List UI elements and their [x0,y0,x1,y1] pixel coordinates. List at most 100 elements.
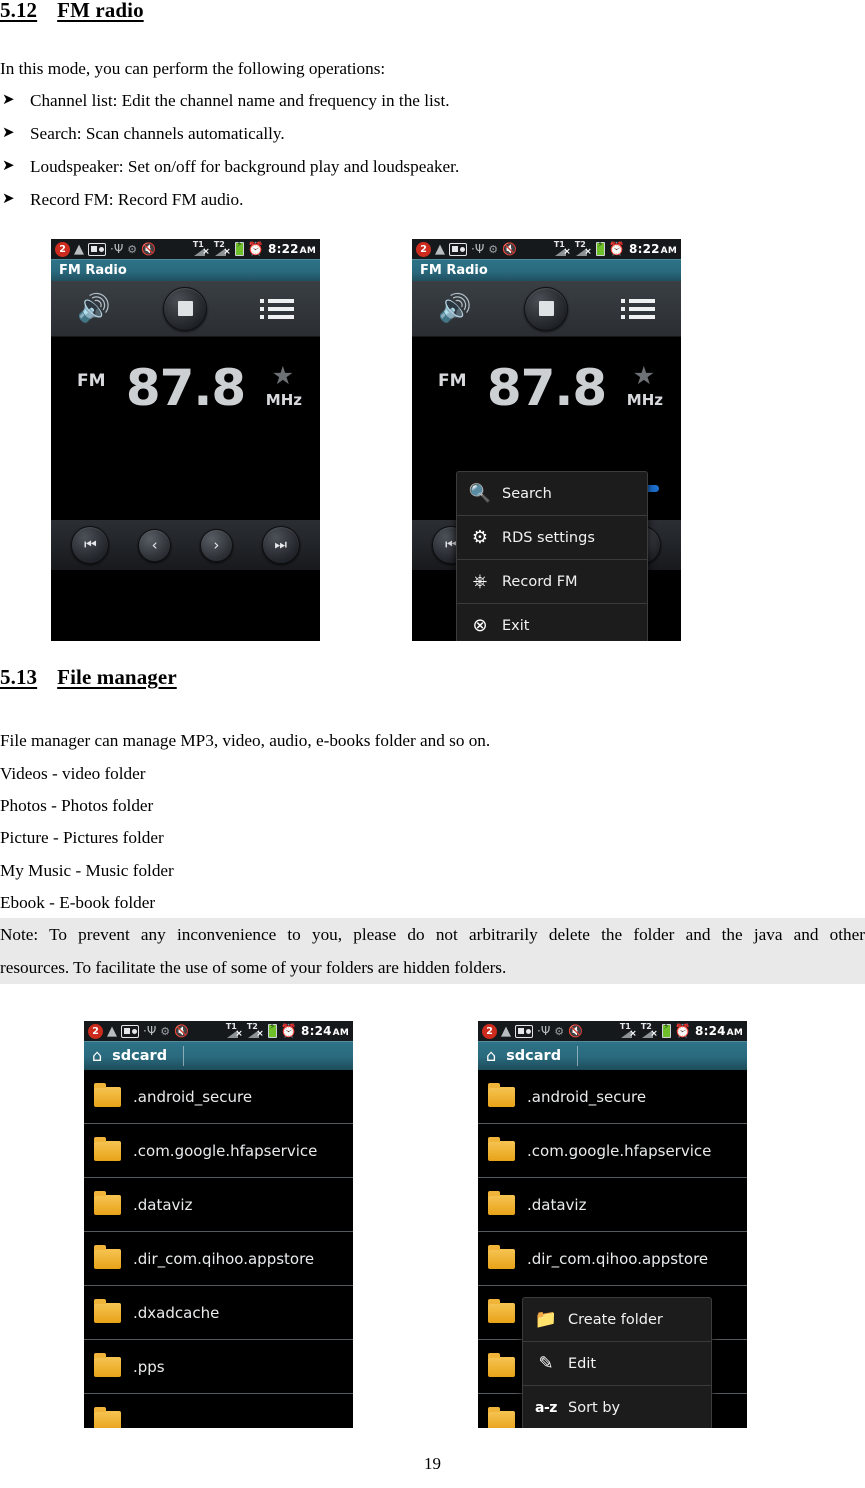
pencil-edit-icon: ✎ [538,1353,554,1374]
fm-transport-bar: ⏮ ‹ › ⏭ [51,520,320,570]
previous-channel-button[interactable]: ⏮ [71,526,110,564]
fm-frequency-display[interactable]: FM 87.8 ★ MHz [51,337,320,520]
bullet-arrow-icon: ➤ [2,158,15,174]
alarm-clock-icon: ⏰ [280,1023,298,1039]
folder-list-item[interactable]: .dxadcache [84,1286,353,1340]
android-robot-icon: ⚙ [127,242,138,256]
breadcrumb-path[interactable]: sdcard [506,1048,561,1064]
folder-list-item[interactable]: .dataviz [478,1178,747,1232]
menu-item-label: RDS settings [502,529,595,546]
folder-mapping-photos: Photos - Photos folder [0,796,154,815]
loudspeaker-toggle-icon[interactable]: 🔊 [77,295,111,322]
sim2-signal-no-service-icon: T2 × [247,1023,264,1039]
step-frequency-down-button[interactable]: ‹ [138,528,172,562]
android-status-bar: 2 ▲ ⋅Ψ ⚙ 🔇 T1 × T2 × ⏰ [478,1021,747,1041]
folder-name: .com.google.hfapservice [527,1141,712,1160]
fm-toolbar: 🔊 [412,281,681,337]
signal-x-mark: × [256,1029,264,1039]
signal-x-mark: × [223,247,231,257]
breadcrumb-divider [183,1045,185,1066]
folder-list-item[interactable]: .dataviz [84,1178,353,1232]
fm-radio-screenshot-menu-open: 2 ▲ ⋅Ψ ⚙ 🔇 T1 × T2 × ⏰ [412,239,681,641]
folder-list-item[interactable]: .pps [84,1340,353,1394]
menu-item-create-folder[interactable]: 📁 Create folder [523,1298,711,1342]
favorite-star-icon[interactable]: ★ [633,363,655,388]
channel-list-icon[interactable] [259,298,294,319]
sort-az-icon: a-z [535,1399,557,1416]
note-line-2: resources. To facilitate the use of some… [0,958,507,977]
notification-badge-icon: 2 [55,241,70,257]
android-status-bar: 2 ▲ ⋅Ψ ⚙ 🔇 T1 × T2 × ⏰ [51,239,320,259]
create-folder-icon: 📁 [534,1309,558,1330]
menu-item-sort-by[interactable]: a-z Sort by [523,1386,711,1428]
channel-list-icon[interactable] [620,298,655,319]
folder-name: .com.google.hfapservice [133,1141,318,1160]
breadcrumb-divider [577,1045,579,1066]
alarm-clock-icon: ⏰ [674,1023,692,1039]
folder-name: .pps [133,1357,165,1376]
stop-button[interactable] [163,286,208,331]
fm-radio-icon [121,1024,139,1038]
folder-icon [488,1352,515,1377]
battery-charging-icon [234,241,244,256]
note-block: Note: To prevent any inconvenience to yo… [0,918,865,984]
search-icon: 🔍 [468,483,492,504]
stop-button[interactable] [524,286,569,331]
list-item: ➤ Search: Scan channels automatically. [0,117,459,150]
folder-list-item[interactable]: .android_secure [84,1070,353,1124]
mute-speaker-icon: 🔇 [141,242,157,256]
favorite-star-icon[interactable]: ★ [272,363,294,388]
folder-list-item-partial[interactable] [84,1394,353,1428]
breadcrumb-path[interactable]: sdcard [112,1048,167,1064]
note-line-1: Note: To prevent any inconvenience to yo… [0,918,865,951]
menu-item-edit[interactable]: ✎ Edit [523,1342,711,1386]
file-manager-options-menu[interactable]: 📁 Create folder ✎ Edit a-z Sort by [522,1297,712,1428]
list-item-label: Channel list: Edit the channel name and … [30,91,450,110]
folder-list-item[interactable]: .dir_com.qihoo.appstore [478,1232,747,1286]
folder-mapping-videos: Videos - video folder [0,764,146,783]
fm-feature-list: ➤ Channel list: Edit the channel name an… [0,84,459,216]
folder-list-item[interactable]: .android_secure [478,1070,747,1124]
section-heading-file-manager: 5.13 File manager [0,665,177,691]
breadcrumb[interactable]: ⌂ sdcard [84,1041,353,1070]
menu-item-search[interactable]: 🔍 Search [457,472,647,516]
step-frequency-up-button[interactable]: › [199,528,233,562]
home-icon[interactable]: ⌂ [486,1047,496,1064]
menu-item-label: Record FM [502,573,578,590]
fm-options-menu[interactable]: 🔍 Search ⚙ RDS settings ⎈ Record FM ⊗ Ex… [456,471,648,641]
breadcrumb[interactable]: ⌂ sdcard [478,1041,747,1070]
loudspeaker-toggle-icon[interactable]: 🔊 [438,295,472,322]
menu-item-record-fm[interactable]: ⎈ Record FM [457,560,647,604]
menu-item-rds-settings[interactable]: ⚙ RDS settings [457,516,647,560]
menu-item-label: Search [502,485,552,502]
frequency-unit: MHz [626,391,663,409]
signal-x-mark: × [650,1029,658,1039]
gear-icon: ⚙ [471,527,489,548]
warning-triangle-icon: ▲ [74,241,84,257]
folder-list-item[interactable]: .com.google.hfapservice [84,1124,353,1178]
sim2-signal-no-service-icon: T2 × [641,1023,658,1039]
file-manager-screenshot-normal: 2 ▲ ⋅Ψ ⚙ 🔇 T1 × T2 × ⏰ [84,1021,353,1428]
list-item-label: Loudspeaker: Set on/off for background p… [30,157,460,176]
sim1-signal-no-service-icon: T1 × [193,241,210,257]
folder-name: .dataviz [133,1195,193,1214]
folder-mapping-ebook: Ebook - E-book folder [0,893,156,912]
menu-item-label: Edit [568,1355,597,1372]
menu-item-exit[interactable]: ⊗ Exit [457,604,647,641]
battery-charging-icon [661,1023,671,1038]
sim1-signal-no-service-icon: T1 × [554,241,571,257]
folder-list-item[interactable]: .com.google.hfapservice [478,1124,747,1178]
folder-list-item[interactable]: .dir_com.qihoo.appstore [84,1232,353,1286]
folder-icon [488,1082,515,1107]
fm-radio-screenshot-normal: 2 ▲ ⋅Ψ ⚙ 🔇 T1 × T2 × ⏰ [51,239,320,641]
list-item: ➤ Record FM: Record FM audio. [0,183,459,216]
notification-badge-icon: 2 [482,1023,497,1039]
next-channel-button[interactable]: ⏭ [261,526,300,564]
list-item-label: Search: Scan channels automatically. [30,124,285,143]
folder-icon [94,1190,121,1215]
list-item: ➤ Channel list: Edit the channel name an… [0,84,459,117]
document-page: 5.12 FM radio In this mode, you can perfo… [0,0,865,1488]
app-title: FM Radio [59,262,127,278]
section-title: File manager [57,665,177,689]
home-icon[interactable]: ⌂ [92,1047,102,1064]
